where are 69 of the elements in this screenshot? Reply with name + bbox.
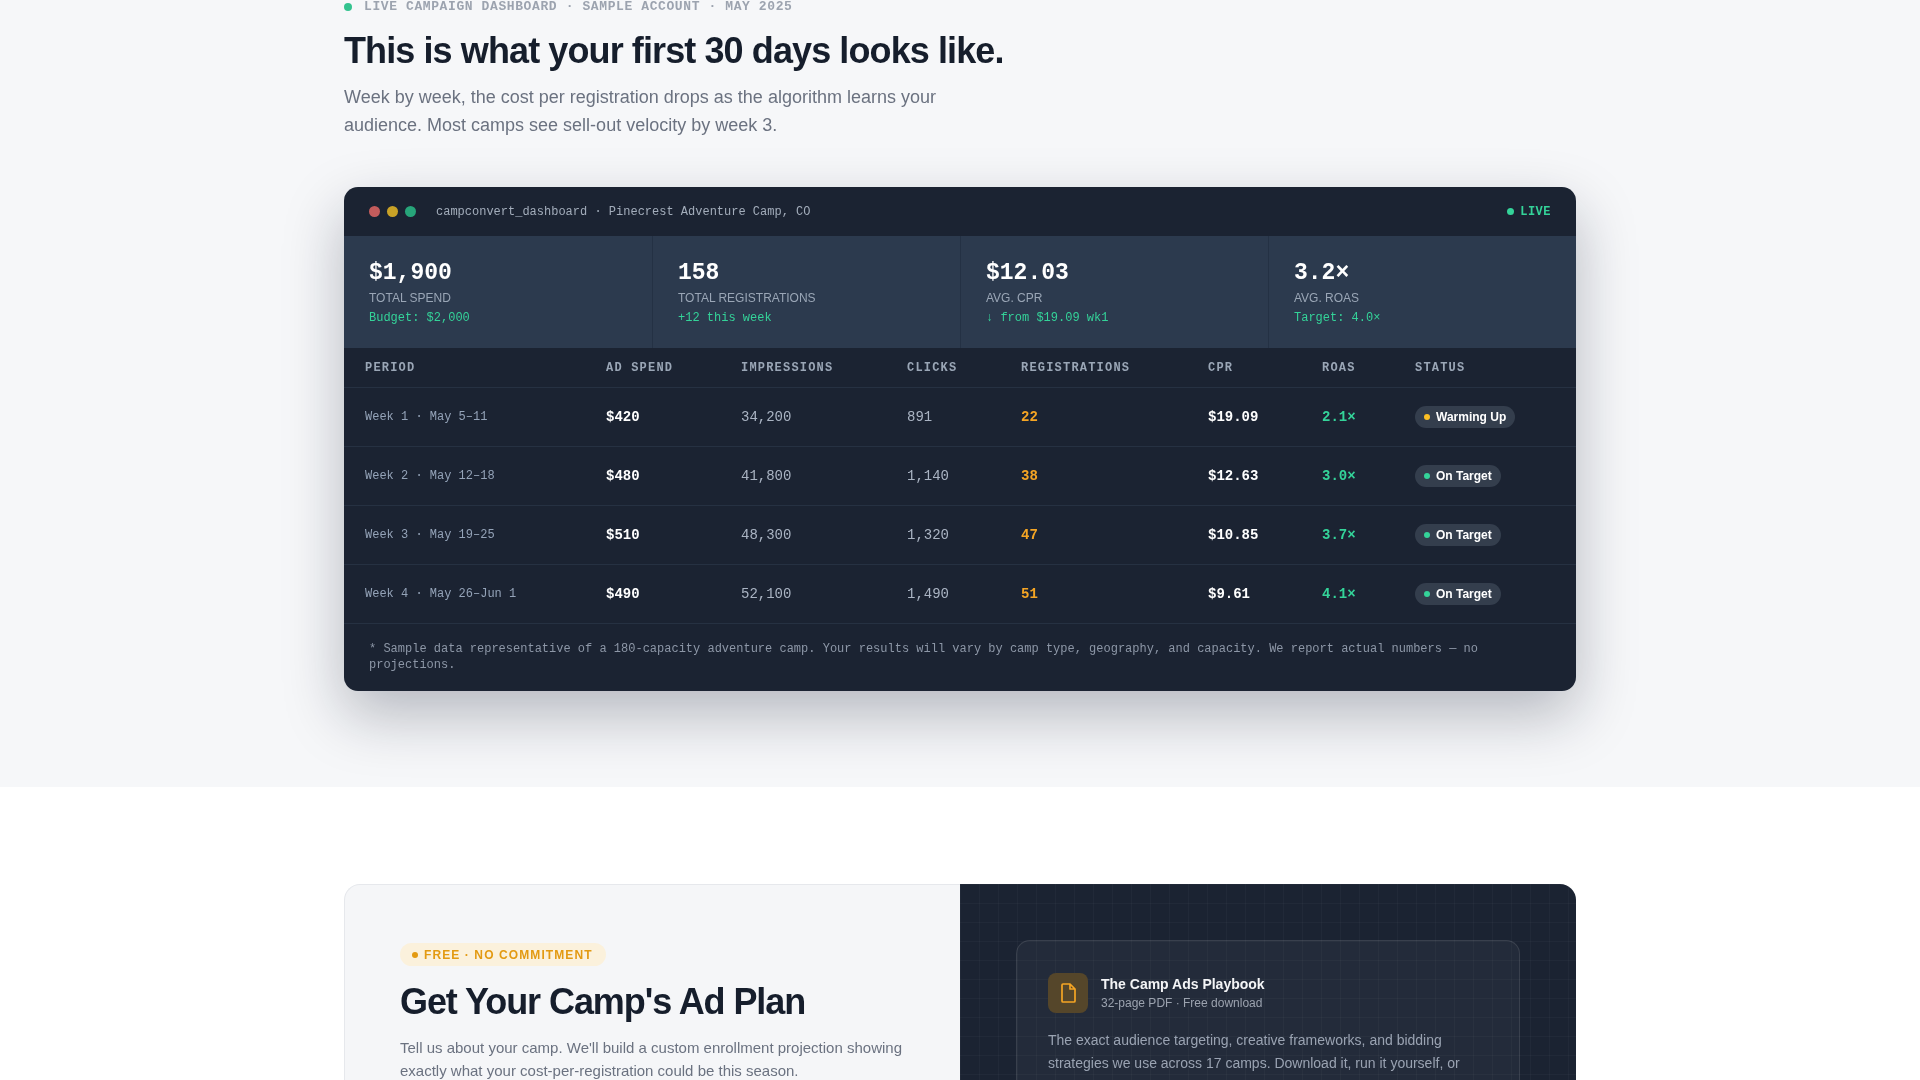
column-header: REGISTRATIONS bbox=[1021, 359, 1131, 376]
stat-note: +12 this week bbox=[678, 310, 773, 327]
offer-title: Get Your Camp's Ad Plan bbox=[400, 980, 807, 1024]
registrations-value: 51 bbox=[1021, 585, 1038, 604]
roas-value: 3.0× bbox=[1322, 467, 1356, 486]
stat-note: Budget: $2,000 bbox=[369, 310, 471, 327]
registrations-value: 47 bbox=[1021, 526, 1038, 545]
column-header: STATUS bbox=[1415, 359, 1466, 376]
footnote: * Sample data representative of a 180-capacity adventure camp. Your results will vary by camp type, geography, and capacity. We report actual numbers — no projections. bbox=[368, 641, 1479, 675]
tag-dot-icon bbox=[412, 951, 418, 958]
roas-value: 4.1× bbox=[1322, 585, 1356, 604]
spend-value: $490 bbox=[606, 585, 640, 604]
live-dot-icon bbox=[1507, 208, 1515, 216]
column-header: IMPRESSIONS bbox=[741, 359, 834, 376]
window-dots-icon bbox=[369, 206, 416, 218]
clicks-value: 1,320 bbox=[907, 526, 949, 545]
column-header: PERIOD bbox=[365, 359, 416, 376]
tag-label: FREE · NO COMMITMENT bbox=[424, 946, 593, 963]
stat-label: TOTAL REGISTRATIONS bbox=[678, 290, 817, 307]
page-title: This is what your first 30 days looks like. bbox=[344, 30, 1005, 72]
period-text: Week 2 · May 12–18 bbox=[365, 468, 495, 485]
page-subtitle: Week by week, the cost per registration drops as the algorithm learns your audience. Most camps see sell-out velocity by week 3. bbox=[344, 86, 937, 138]
registrations-value: 22 bbox=[1021, 408, 1038, 427]
document-icon bbox=[1048, 973, 1088, 1014]
period-text: Week 3 · May 19–25 bbox=[365, 527, 495, 544]
clicks-value: 1,140 bbox=[907, 467, 949, 486]
impressions-value: 52,100 bbox=[741, 585, 792, 604]
playbook-subtitle: 32-page PDF · Free download bbox=[1101, 995, 1264, 1012]
spend-value: $480 bbox=[606, 467, 640, 486]
live-dot-icon bbox=[344, 2, 352, 11]
spend-value: $420 bbox=[606, 408, 640, 427]
cpr-value: $9.61 bbox=[1208, 585, 1250, 604]
playbook-description: The exact audience targeting, creative frameworks, and bidding strategies we use across 17 camps. Download it, run it yourself, or bbox=[1048, 1031, 1461, 1074]
clicks-value: 891 bbox=[907, 408, 933, 427]
column-header: AD SPEND bbox=[606, 359, 674, 376]
cpr-value: $10.85 bbox=[1208, 526, 1259, 545]
status-label: On Target bbox=[1436, 586, 1492, 603]
column-header: CPR bbox=[1208, 359, 1234, 376]
playbook-title: The Camp Ads Playbook bbox=[1101, 975, 1265, 995]
period-text: Week 1 · May 5–11 bbox=[365, 409, 488, 426]
spend-value: $510 bbox=[606, 526, 640, 545]
column-header: CLICKS bbox=[907, 359, 958, 376]
cpr-value: $19.09 bbox=[1208, 408, 1259, 427]
impressions-value: 48,300 bbox=[741, 526, 792, 545]
status-label: On Target bbox=[1436, 527, 1492, 544]
stat-label: AVG. CPR bbox=[986, 290, 1044, 307]
registrations-value: 38 bbox=[1021, 467, 1038, 486]
stat-value: $1,900 bbox=[369, 259, 453, 288]
stat-note: Target: 4.0× bbox=[1294, 310, 1382, 327]
column-header: ROAS bbox=[1322, 359, 1356, 376]
status-label: On Target bbox=[1436, 468, 1492, 485]
stat-value: $12.03 bbox=[986, 259, 1070, 288]
stat-note: ↓ from $19.09 wk1 bbox=[986, 310, 1110, 327]
cpr-value: $12.63 bbox=[1208, 467, 1259, 486]
window-title: campconvert_dashboard · Pinecrest Adventure Camp, CO bbox=[436, 203, 811, 220]
status-label: Warming Up bbox=[1436, 409, 1507, 426]
stat-label: AVG. ROAS bbox=[1294, 290, 1361, 307]
impressions-value: 41,800 bbox=[741, 467, 792, 486]
stat-label: TOTAL SPEND bbox=[369, 290, 452, 307]
clicks-value: 1,490 bbox=[907, 585, 949, 604]
roas-value: 2.1× bbox=[1322, 408, 1356, 427]
stat-value: 158 bbox=[678, 259, 721, 288]
offer-description: Tell us about your camp. We'll build a custom enrollment projection showing exactly what your cost-per-registration could be this season. bbox=[400, 1037, 903, 1080]
live-label: LIVE bbox=[1520, 203, 1551, 220]
period-text: Week 4 · May 26–Jun 1 bbox=[365, 586, 517, 603]
eyebrow-text: LIVE CAMPAIGN DASHBOARD · SAMPLE ACCOUNT · MAY 2025 bbox=[364, 0, 793, 13]
roas-value: 3.7× bbox=[1322, 526, 1356, 545]
stat-value: 3.2× bbox=[1294, 259, 1351, 288]
impressions-value: 34,200 bbox=[741, 408, 792, 427]
